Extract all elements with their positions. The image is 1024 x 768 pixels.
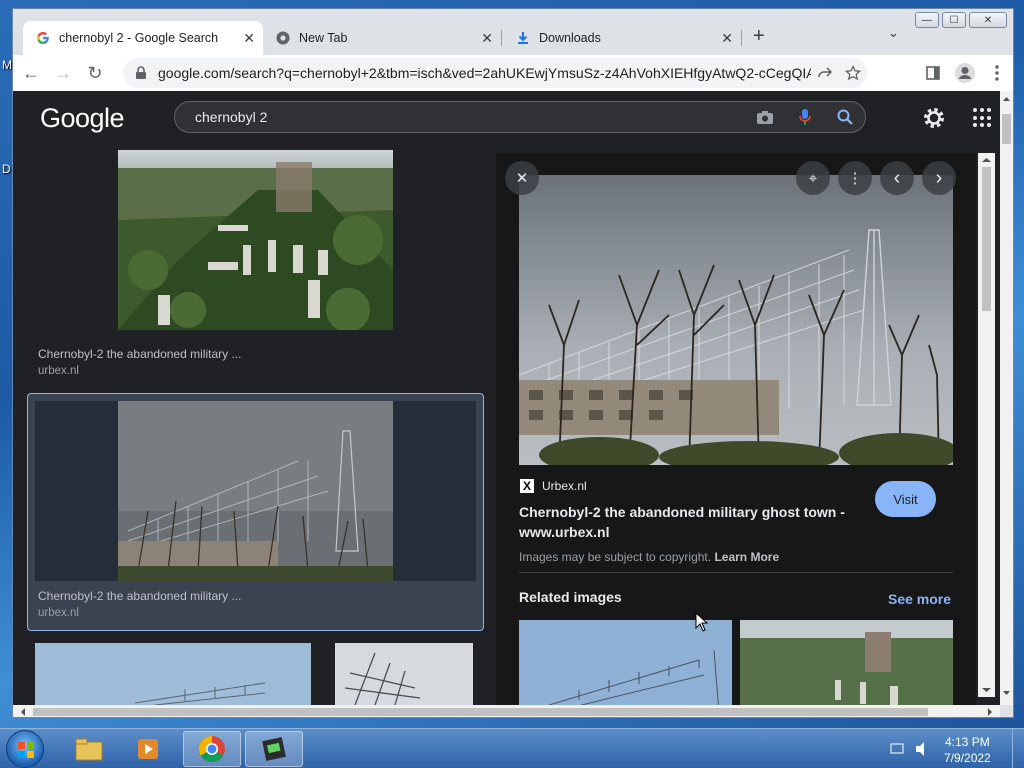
see-more-link[interactable]: See more [888, 591, 951, 607]
tab-separator [501, 30, 502, 46]
search-input[interactable] [195, 109, 745, 125]
tray-icons [890, 742, 924, 756]
tab-new-tab[interactable]: New Tab ✕ [263, 21, 502, 55]
google-header: Google [13, 91, 1000, 146]
previous-image-button[interactable]: ‹ [880, 161, 914, 195]
lens-search-icon[interactable]: ⌖ [796, 161, 830, 195]
tab-close-icon[interactable]: ✕ [481, 30, 493, 47]
explorer-taskbar-button[interactable] [60, 731, 118, 767]
show-desktop-button[interactable] [1012, 729, 1024, 768]
clock-date: 7/9/2022 [944, 751, 991, 765]
folder-icon [75, 738, 103, 761]
google-favicon-icon [35, 30, 51, 46]
results-scrollbar[interactable] [978, 153, 995, 697]
terminal-taskbar-button[interactable] [245, 731, 303, 767]
mouse-cursor-icon [695, 612, 709, 632]
new-tab-button[interactable]: + [753, 26, 765, 46]
terminal-app-icon [262, 737, 286, 761]
result-image-duga-radar[interactable] [118, 401, 393, 581]
browser-window: — ☐ ✕ chernobyl 2 - Google Search ✕ New … [12, 8, 1014, 718]
tab-close-icon[interactable]: ✕ [721, 30, 733, 47]
chrome-icon [275, 30, 291, 46]
microphone-icon[interactable] [785, 102, 825, 132]
more-options-icon[interactable]: ⋮ [838, 161, 872, 195]
result-image-radar-array[interactable] [35, 643, 311, 705]
visit-button[interactable]: Visit [875, 481, 936, 517]
tab-title: chernobyl 2 - Google Search [59, 31, 219, 45]
tab-google-search[interactable]: chernobyl 2 - Google Search ✕ [23, 21, 263, 55]
bookmark-star-icon[interactable] [839, 59, 867, 87]
tab-title: Downloads [539, 31, 601, 45]
result-source[interactable]: urbex.nl [38, 607, 79, 619]
horizontal-scrollbar-graphic [21, 708, 992, 716]
learn-more-link[interactable]: Learn More [714, 550, 779, 564]
page-scrollbar-graphic [1002, 97, 1011, 695]
tab-downloads[interactable]: Downloads ✕ [503, 21, 742, 55]
result-image-radar-closeup[interactable] [335, 643, 473, 705]
page-scrollbar-vertical[interactable] [998, 91, 1013, 705]
download-icon [515, 30, 531, 46]
windows-logo-icon [18, 742, 34, 758]
tab-strip: chernobyl 2 - Google Search ✕ New Tab ✕ … [13, 9, 1013, 55]
media-player-icon [138, 739, 158, 759]
preview-title[interactable]: Chernobyl-2 the abandoned military ghost… [519, 502, 864, 542]
forward-button[interactable]: → [49, 59, 77, 87]
browser-toolbar: ← → ↻ google.com/search?q=chernobyl+2&tb… [13, 55, 1013, 91]
profile-avatar-icon[interactable] [949, 59, 981, 87]
copyright-text: Images may be subject to copyright. [519, 550, 712, 564]
next-image-button[interactable]: › [922, 161, 956, 195]
tab-separator [741, 30, 742, 46]
image-preview-panel: ✕ ⌖ ⋮ ‹ › X Urbex.nl Chernobyl-2 the aba… [496, 153, 976, 705]
system-tray [890, 741, 930, 760]
google-images-page: Google chernobyl 2 Chernobyl-2 the aband… [13, 91, 1000, 705]
windows-taskbar: 4:13 PM 7/9/2022 [0, 728, 1024, 768]
related-image-1[interactable] [519, 620, 732, 705]
reload-button[interactable]: ↻ [81, 59, 109, 87]
result-caption[interactable]: Chernobyl-2 the abandoned military ... [38, 347, 241, 361]
window-controls: — ☐ ✕ [915, 12, 1007, 28]
minimize-button[interactable]: — [915, 12, 939, 28]
address-bar[interactable]: google.com/search?q=chernobyl+2&tbm=isch… [123, 58, 867, 88]
tab-title: New Tab [299, 31, 348, 45]
page-scrollbar-horizontal[interactable] [13, 705, 1000, 717]
search-box[interactable] [174, 101, 866, 133]
maximize-button[interactable]: ☐ [942, 12, 966, 28]
media-player-taskbar-button[interactable] [120, 731, 178, 767]
tab-search-chevron-icon[interactable]: ⌄ [888, 25, 899, 41]
system-clock[interactable]: 4:13 PM 7/9/2022 [944, 734, 991, 766]
toolbar-right [917, 59, 1013, 87]
close-preview-button[interactable]: ✕ [505, 161, 539, 195]
preview-image[interactable] [519, 175, 953, 465]
result-caption[interactable]: Chernobyl-2 the abandoned military ... [38, 589, 241, 603]
start-button[interactable] [6, 730, 44, 768]
url-text[interactable]: google.com/search?q=chernobyl+2&tbm=isch… [158, 65, 811, 81]
settings-gear-icon[interactable] [921, 105, 947, 131]
back-button[interactable]: ← [17, 59, 45, 87]
related-image-2[interactable] [740, 620, 953, 705]
urbex-logo-icon: X [520, 479, 534, 493]
chrome-taskbar-button[interactable] [183, 731, 241, 767]
lock-icon [135, 66, 149, 80]
results-scrollbar-graphic [982, 158, 991, 692]
share-icon[interactable] [811, 59, 839, 87]
search-icon[interactable] [825, 102, 865, 132]
desktop-icon-label-d: D [2, 162, 11, 176]
google-apps-icon[interactable] [973, 108, 993, 128]
divider [519, 572, 953, 573]
copyright-notice: Images may be subject to copyright. Lear… [519, 550, 779, 564]
menu-kebab-icon[interactable] [981, 59, 1013, 87]
desktop-icon-label-m: M [2, 58, 12, 72]
close-window-button[interactable]: ✕ [969, 12, 1007, 28]
chrome-icon [198, 735, 225, 763]
side-panel-icon[interactable] [917, 59, 949, 87]
google-logo[interactable]: Google [40, 103, 125, 134]
tab-close-icon[interactable]: ✕ [243, 30, 255, 47]
preview-source[interactable]: X Urbex.nl [520, 479, 587, 493]
related-images-heading: Related images [519, 589, 622, 605]
result-image-aerial-town[interactable] [118, 150, 393, 330]
clock-time: 4:13 PM [945, 735, 990, 749]
result-source[interactable]: urbex.nl [38, 365, 79, 377]
camera-search-icon[interactable] [745, 102, 785, 132]
preview-source-name: Urbex.nl [542, 479, 587, 493]
